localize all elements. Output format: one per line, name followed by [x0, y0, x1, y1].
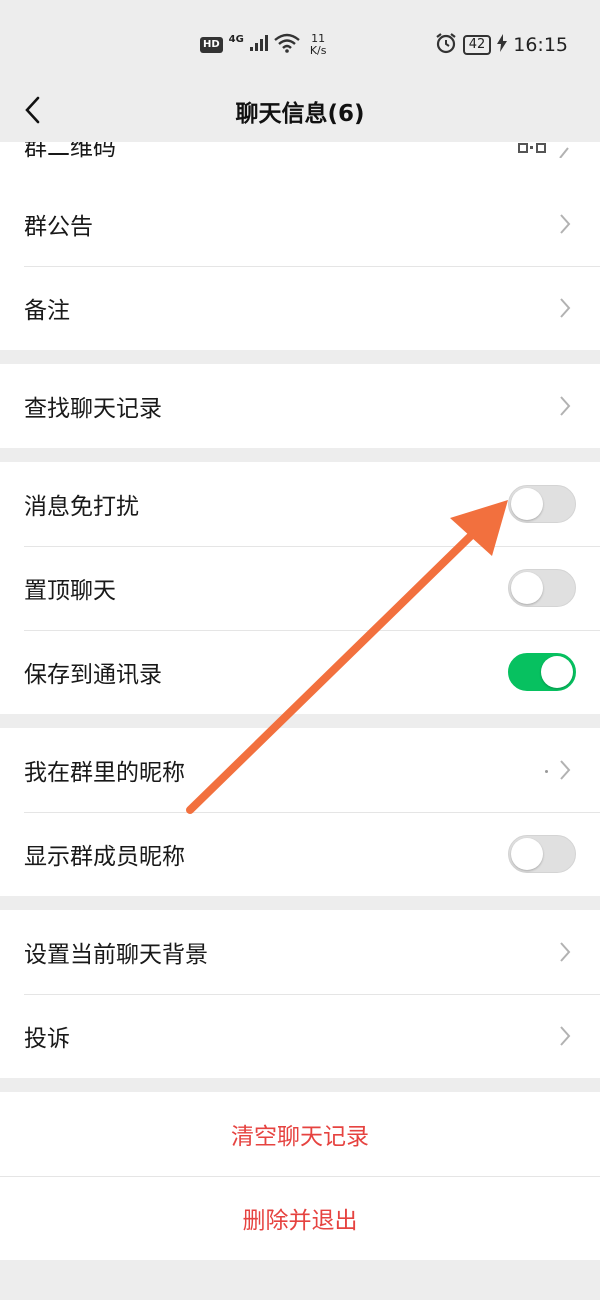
toggle-knob	[511, 488, 543, 520]
save-contacts-toggle[interactable]	[508, 653, 576, 691]
row-label: 投诉	[24, 1026, 70, 1052]
row-label: 消息免打扰	[24, 494, 139, 520]
row-label: 保存到通讯录	[24, 662, 162, 688]
action-label: 清空聊天记录	[231, 1124, 369, 1150]
status-indicators: HD 4G 11 K/s	[200, 28, 327, 62]
row-label: 备注	[24, 298, 70, 324]
row-background[interactable]: 设置当前聊天背景	[0, 910, 600, 994]
toggle-knob	[511, 838, 543, 870]
page-title: 聊天信息(6)	[235, 101, 365, 127]
nav-bar: 聊天信息(6)	[0, 80, 600, 142]
row-label: 设置当前聊天背景	[24, 942, 208, 968]
status-bar: HD 4G 11 K/s 42 16:15	[0, 0, 600, 80]
row-label: 我在群里的昵称	[24, 760, 185, 786]
row-pin: 置顶聊天	[0, 546, 600, 630]
network-type: 4G	[228, 33, 244, 45]
delete-exit-button[interactable]: 删除并退出	[0, 1176, 600, 1260]
section-gap	[0, 1078, 600, 1092]
chevron-right-icon	[560, 1026, 571, 1046]
chevron-right-icon	[560, 760, 571, 780]
group-actions: 清空聊天记录 删除并退出	[0, 1092, 600, 1260]
show-nicknames-toggle[interactable]	[508, 835, 576, 873]
row-my-nickname[interactable]: 我在群里的昵称	[0, 728, 600, 812]
mute-toggle[interactable]	[508, 485, 576, 523]
group-misc: 设置当前聊天背景 投诉	[0, 910, 600, 1078]
chevron-right-icon	[559, 147, 569, 158]
settings-list: 群二维码 群公告 备注 查找聊天记录 消息免打扰 置顶聊天 保存到通讯录 我在群…	[0, 142, 600, 1260]
row-label: 群公告	[24, 214, 93, 240]
clock-time: 16:15	[513, 34, 568, 56]
group-nickname: 我在群里的昵称 显示群成员昵称	[0, 728, 600, 896]
row-label: 群二维码	[24, 142, 116, 161]
toggle-knob	[541, 656, 573, 688]
pin-toggle[interactable]	[508, 569, 576, 607]
charging-icon	[497, 33, 508, 57]
status-right: 42 16:15	[435, 30, 568, 60]
wifi-icon	[274, 33, 300, 57]
group-toggles: 消息免打扰 置顶聊天 保存到通讯录	[0, 462, 600, 714]
row-announcement[interactable]: 群公告	[0, 182, 600, 266]
toggle-knob	[511, 572, 543, 604]
alarm-icon	[435, 32, 457, 59]
network-speed: 11 K/s	[310, 33, 327, 57]
section-gap	[0, 350, 600, 364]
hd-badge: HD	[200, 37, 223, 53]
qr-code-icon	[518, 143, 546, 153]
group-info: 群二维码 群公告 备注	[0, 142, 600, 350]
chevron-right-icon	[560, 214, 571, 234]
section-gap	[0, 896, 600, 910]
row-label: 查找聊天记录	[24, 396, 162, 422]
row-mute: 消息免打扰	[0, 462, 600, 546]
speed-unit: K/s	[309, 44, 327, 57]
row-qr-code[interactable]: 群二维码	[0, 142, 600, 182]
group-search: 查找聊天记录	[0, 364, 600, 448]
clear-history-button[interactable]: 清空聊天记录	[0, 1092, 600, 1176]
nickname-value-dot	[545, 770, 548, 773]
row-remark[interactable]: 备注	[0, 266, 600, 350]
chevron-right-icon	[560, 396, 571, 416]
row-label: 显示群成员昵称	[24, 844, 185, 870]
row-save-contacts: 保存到通讯录	[0, 630, 600, 714]
section-gap	[0, 448, 600, 462]
section-gap	[0, 714, 600, 728]
row-show-nicknames: 显示群成员昵称	[0, 812, 600, 896]
row-report[interactable]: 投诉	[0, 994, 600, 1078]
row-search-history[interactable]: 查找聊天记录	[0, 364, 600, 448]
row-label: 置顶聊天	[24, 578, 116, 604]
signal-icon	[249, 35, 268, 55]
chevron-right-icon	[560, 298, 571, 318]
action-label: 删除并退出	[242, 1208, 358, 1234]
chevron-right-icon	[560, 942, 571, 962]
battery-level: 42	[462, 35, 492, 55]
